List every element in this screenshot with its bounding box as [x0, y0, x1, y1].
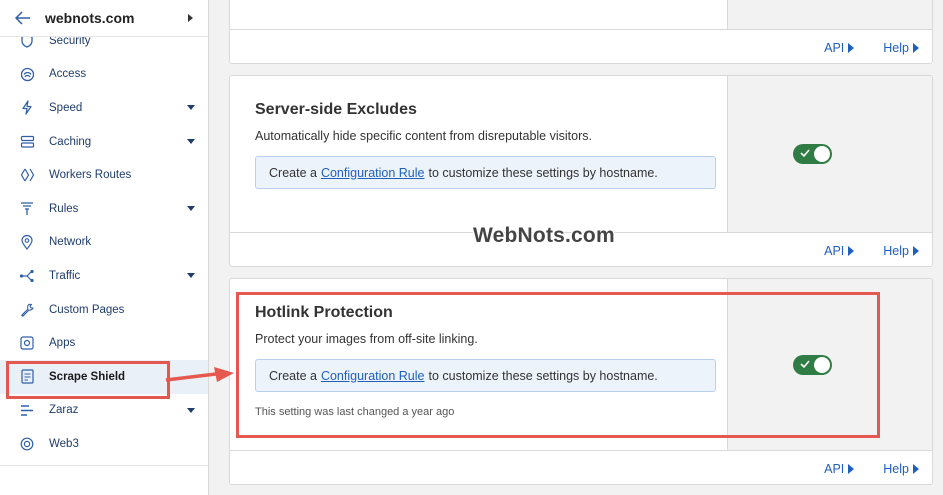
sidebar-item-custom-pages[interactable]: Custom Pages [0, 293, 208, 327]
caret-right-icon [848, 42, 855, 53]
sidebar-item-label: Traffic [49, 269, 81, 282]
workers-icon [19, 167, 35, 183]
sidebar-item-access[interactable]: Access [0, 58, 208, 92]
rules-icon [19, 201, 35, 217]
traffic-icon [19, 268, 35, 284]
sidebar-item-caching[interactable]: Caching [0, 125, 208, 159]
chevron-down-icon[interactable] [182, 401, 200, 419]
sidebar-item-workers-routes[interactable]: Workers Routes [0, 158, 208, 192]
scrape-shield-icon [19, 369, 35, 385]
back-arrow-icon[interactable] [15, 7, 37, 29]
api-link[interactable]: API [824, 244, 855, 258]
caret-right-icon [913, 463, 919, 474]
help-link[interactable]: Help [883, 244, 920, 258]
check-icon [800, 149, 810, 158]
caret-right-icon [848, 245, 855, 256]
help-link[interactable]: Help [883, 462, 920, 476]
toggle-knob [814, 357, 830, 373]
card-title: Hotlink Protection [255, 304, 393, 321]
caret-right-icon [913, 42, 919, 53]
chevron-down-icon[interactable] [182, 99, 200, 117]
chevron-down-icon[interactable] [182, 200, 200, 218]
sidebar-item-label: Rules [49, 202, 79, 215]
sidebar-item-traffic[interactable]: Traffic [0, 259, 208, 293]
sidebar-item-zaraz[interactable]: Zaraz [0, 394, 208, 428]
api-link[interactable]: API [824, 462, 855, 476]
caching-icon [19, 134, 35, 150]
sidebar-item-label: Workers Routes [49, 169, 132, 182]
caret-right-icon [848, 463, 855, 474]
sidebar-item-label: Speed [49, 101, 83, 114]
card-toggle-panel [727, 0, 932, 30]
lightning-icon [19, 100, 35, 116]
sidebar-item-web3[interactable]: Web3 [0, 427, 208, 461]
card-title: Server-side Excludes [255, 101, 417, 118]
chevron-right-icon[interactable] [180, 8, 200, 28]
domain-title[interactable]: webnots.com [45, 10, 180, 26]
card-description: Automatically hide specific content from… [255, 129, 592, 143]
sidebar-nav: Security Access Speed Caching Workers Ro… [0, 24, 208, 461]
sidebar-item-label: Custom Pages [49, 303, 125, 316]
location-pin-icon [19, 234, 35, 250]
wrench-icon [19, 302, 35, 318]
hotlink-protection-toggle[interactable] [793, 355, 832, 375]
sidebar-item-label: Zaraz [49, 404, 79, 417]
hotlink-protection-card: Hotlink Protection Protect your images f… [229, 278, 933, 485]
sidebar-item-label: Access [49, 68, 87, 81]
watermark: WebNots.com [473, 224, 615, 247]
card-description: Protect your images from off-site linkin… [255, 332, 478, 346]
card-footer: API Help [230, 29, 932, 63]
chevron-down-icon[interactable] [182, 267, 200, 285]
sidebar-item-network[interactable]: Network [0, 226, 208, 260]
previous-setting-card: API Help [229, 0, 933, 64]
sidebar-header: webnots.com [0, 0, 208, 37]
access-icon [19, 66, 35, 82]
configuration-rule-link[interactable]: Configuration Rule [321, 166, 425, 180]
apps-icon [19, 335, 35, 351]
card-footer: API Help [230, 450, 932, 484]
check-icon [800, 360, 810, 369]
sidebar-item-label: Caching [49, 135, 92, 148]
card-toggle-panel [727, 76, 932, 233]
configuration-rule-link[interactable]: Configuration Rule [321, 369, 425, 383]
annotation-arrow-icon [165, 367, 234, 382]
caret-right-icon [913, 245, 919, 256]
card-body: Hotlink Protection Protect your images f… [230, 279, 727, 418]
sidebar-item-speed[interactable]: Speed [0, 91, 208, 125]
sidebar-item-rules[interactable]: Rules [0, 192, 208, 226]
sidebar-item-apps[interactable]: Apps [0, 326, 208, 360]
sidebar: Security Access Speed Caching Workers Ro… [0, 0, 209, 495]
web3-icon [19, 436, 35, 452]
zaraz-icon [19, 402, 35, 418]
config-rule-info-box: Create a Configuration Rule to customize… [255, 359, 716, 392]
server-side-excludes-toggle[interactable] [793, 144, 832, 164]
help-link[interactable]: Help [883, 41, 920, 55]
sidebar-item-label: Web3 [49, 437, 79, 450]
last-changed-note: This setting was last changed a year ago [255, 406, 455, 418]
sidebar-item-label: Apps [49, 337, 76, 350]
sidebar-item-label: Network [49, 236, 92, 249]
config-rule-info-box: Create a Configuration Rule to customize… [255, 156, 716, 189]
chevron-down-icon[interactable] [182, 133, 200, 151]
toggle-knob [814, 146, 830, 162]
divider [0, 465, 208, 466]
card-toggle-panel [727, 279, 932, 451]
api-link[interactable]: API [824, 41, 855, 55]
card-body: Server-side Excludes Automatically hide … [230, 76, 727, 189]
